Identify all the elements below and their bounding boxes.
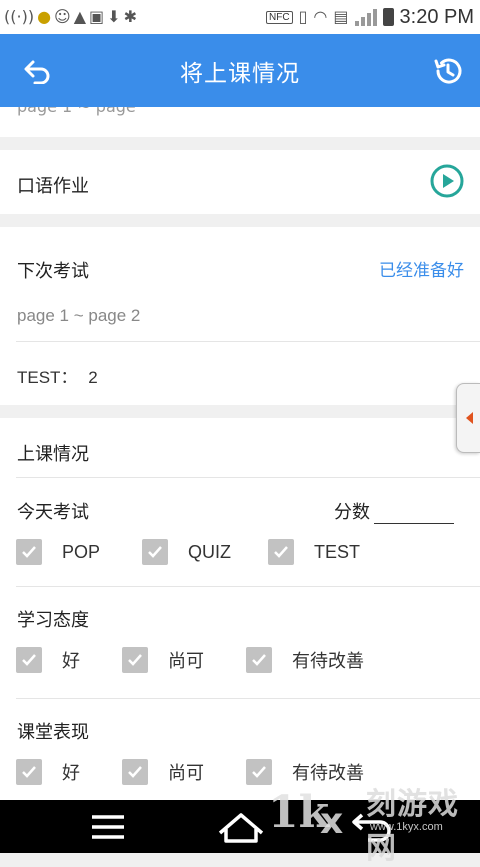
check-icon: [274, 546, 288, 558]
checkbox[interactable]: [246, 647, 272, 673]
option-label: 尚可: [168, 651, 204, 671]
option-quiz[interactable]: QUIZ: [142, 539, 268, 565]
option-label: 好: [62, 651, 80, 671]
vibrate-icon: ▯: [298, 7, 308, 26]
status-icons-right: NFC ▯ ◠ ▤ 3:20 PM: [266, 6, 480, 29]
option-label: TEST: [314, 541, 361, 562]
checkbox[interactable]: [122, 759, 148, 785]
divider: [16, 698, 480, 699]
attitude-options: 好 尚可 有待改善: [16, 647, 364, 673]
check-icon: [22, 546, 36, 558]
nfc-icon: NFC: [266, 10, 293, 24]
test-info: TEST： 2: [17, 363, 98, 388]
side-drawer-handle[interactable]: [456, 383, 480, 453]
option-label: POP: [62, 541, 101, 562]
option-label: 有待改善: [292, 763, 364, 783]
wifi-icon: ◠: [313, 7, 328, 26]
checkbox[interactable]: [246, 759, 272, 785]
android-debug-icon: ✱: [123, 7, 137, 26]
download-icon: ⬇: [107, 7, 121, 26]
checkbox[interactable]: [122, 647, 148, 673]
wifi-broadcast-icon: ((·)): [4, 7, 35, 26]
back-arrow-icon: [24, 60, 50, 84]
class-status-title: 上课情况: [17, 444, 89, 465]
status-bar: ((·)) ● ☺ ▲ ▣ ⬇ ✱ NFC ▯ ◠ ▤ 3:20 PM: [0, 0, 480, 34]
app-bar: 将上课情况: [0, 34, 480, 107]
content-scroll[interactable]: page 1 ~ page 口语作业 下次考试 已经准备好 page 1 ~ p…: [0, 107, 480, 800]
home-button[interactable]: [216, 809, 266, 845]
option-test[interactable]: TEST: [268, 539, 360, 565]
status-time: 3:20 PM: [399, 5, 474, 28]
check-icon: [22, 766, 36, 778]
next-exam-card: 下次考试 已经准备好 page 1 ~ page 2 TEST： 2: [0, 227, 480, 405]
attitude-title: 学习态度: [17, 610, 89, 631]
divider: [16, 586, 480, 587]
divider: [16, 477, 480, 478]
chevron-left-icon: [465, 412, 473, 424]
partial-range-row: page 1 ~ page: [0, 107, 480, 137]
exam-range: page 1 ~ page 2: [17, 306, 141, 325]
signal-icon: [354, 8, 377, 26]
checkbox[interactable]: [268, 539, 294, 565]
checkbox[interactable]: [16, 759, 42, 785]
page-title: 将上课情况: [180, 60, 300, 87]
score-input-line[interactable]: [374, 507, 454, 524]
menu-button[interactable]: [86, 809, 130, 845]
checkbox[interactable]: [16, 539, 42, 565]
check-icon: [148, 546, 162, 558]
check-icon: [252, 766, 266, 778]
option-label: 有待改善: [292, 651, 364, 671]
warning-icon: ▲: [73, 7, 87, 26]
performance-title: 课堂表现: [17, 722, 89, 743]
performance-options: 好 尚可 有待改善: [16, 759, 364, 785]
option-good[interactable]: 好: [16, 647, 122, 673]
option-needs-improvement[interactable]: 有待改善: [246, 759, 364, 785]
navigation-bar: [0, 800, 480, 853]
status-icons-left: ((·)) ● ☺ ▲ ▣ ⬇ ✱: [0, 9, 137, 25]
oral-homework-label: 口语作业: [17, 176, 89, 197]
option-needs-improvement[interactable]: 有待改善: [246, 647, 364, 673]
option-label: 尚可: [168, 763, 204, 783]
check-icon: [128, 654, 142, 666]
next-exam-title: 下次考试: [17, 261, 89, 282]
home-icon: [218, 813, 264, 843]
back-button[interactable]: [20, 53, 56, 89]
option-fair[interactable]: 尚可: [122, 647, 246, 673]
partial-range-text: page 1 ~ page: [17, 107, 136, 116]
class-status-card: 上课情况 今天考试 分数 POP QUIZ TEST 学习态度 好 尚可 有待改…: [0, 418, 480, 800]
check-icon: [252, 654, 266, 666]
score-label: 分数: [334, 502, 370, 523]
checkbox[interactable]: [142, 539, 168, 565]
checkbox[interactable]: [16, 647, 42, 673]
image-icon: ▣: [89, 7, 105, 26]
today-exam-options: POP QUIZ TEST: [16, 539, 360, 565]
option-good[interactable]: 好: [16, 759, 122, 785]
check-icon: [128, 766, 142, 778]
back-arrow-icon: [352, 813, 391, 842]
history-icon: [434, 58, 462, 84]
test-value: 2: [88, 368, 98, 387]
score-field[interactable]: 分数: [334, 498, 454, 524]
battery-icon: [382, 8, 394, 26]
play-icon[interactable]: [430, 164, 464, 198]
option-label: QUIZ: [188, 541, 231, 562]
history-button[interactable]: [430, 53, 466, 89]
menu-icon: [92, 815, 124, 839]
option-fair[interactable]: 尚可: [122, 759, 246, 785]
option-pop[interactable]: POP: [16, 539, 142, 565]
divider: [16, 341, 480, 342]
today-exam-title: 今天考试: [17, 502, 89, 523]
system-back-button[interactable]: [348, 809, 396, 845]
check-icon: [22, 654, 36, 666]
ready-link[interactable]: 已经准备好: [379, 256, 464, 281]
smiley-icon: ☺: [54, 7, 71, 26]
app-notification-icon: ●: [37, 7, 52, 26]
oral-homework-row[interactable]: 口语作业: [0, 150, 480, 214]
test-label: TEST：: [17, 368, 78, 387]
option-label: 好: [62, 763, 80, 783]
sim-icon: ▤: [333, 7, 349, 26]
